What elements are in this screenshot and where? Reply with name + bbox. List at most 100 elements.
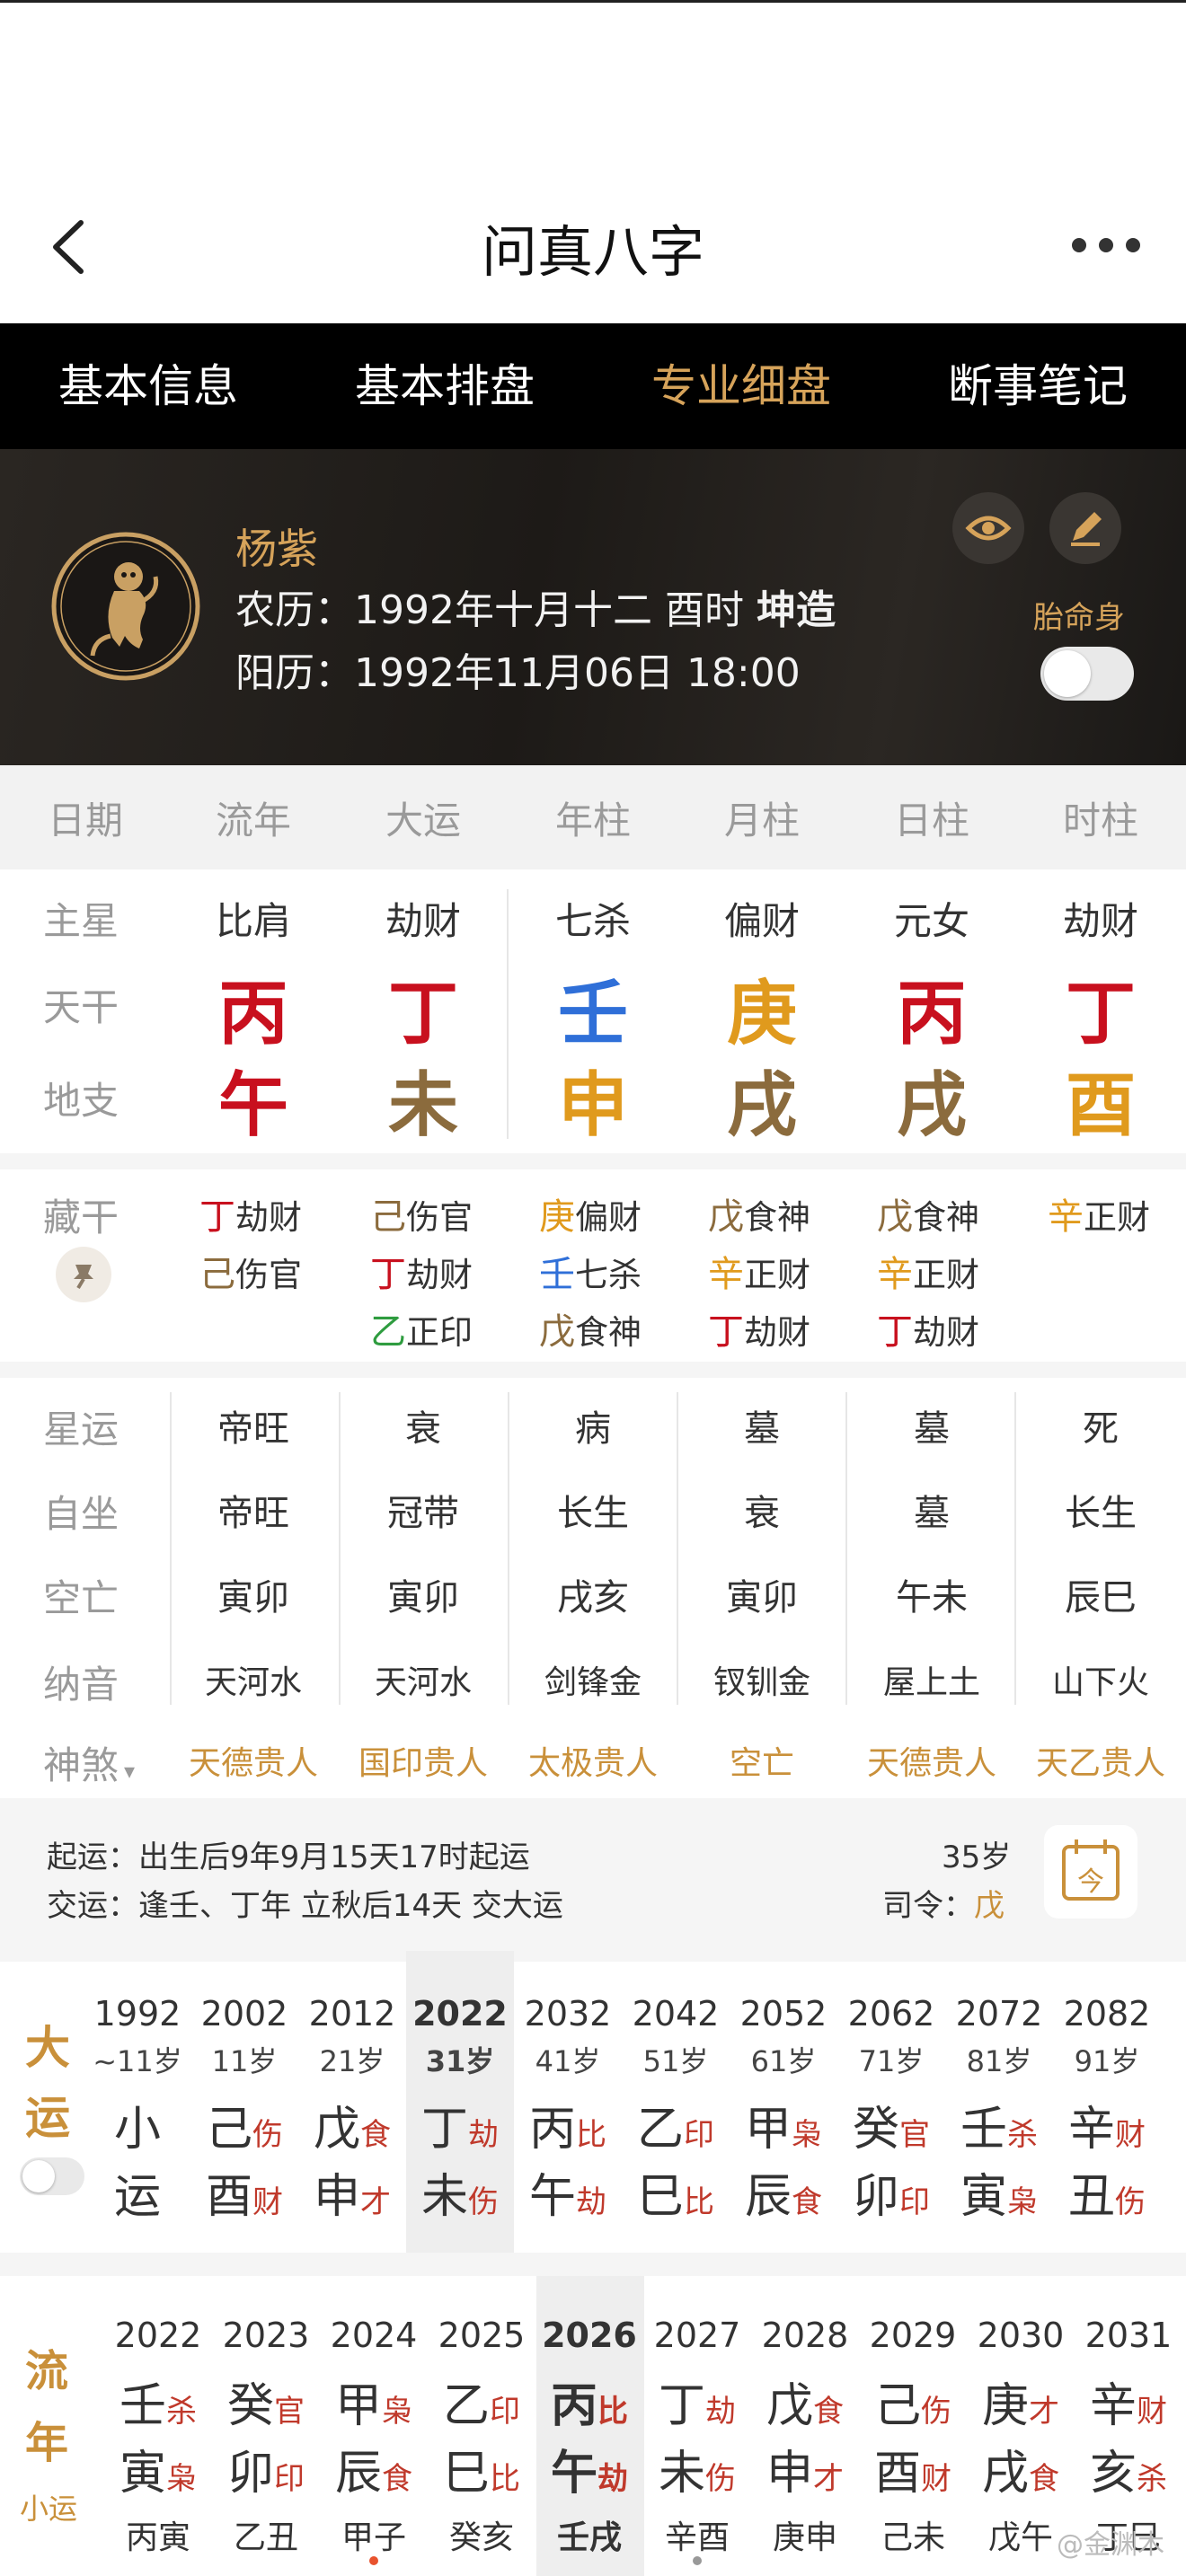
dayun-stem: 丁 [420,2103,468,2157]
liunian-title-bottom: 年 [25,2418,69,2468]
dayun-stem: 戊 [313,2103,360,2157]
section-separator [0,1951,1186,1962]
dayun-stem-ten-god: 伤 [252,2117,283,2153]
liunian-branch: 未 [658,2447,705,2501]
nayin-1: 天河水 [374,1664,472,1701]
tab-professional-chart[interactable]: 专业细盘 [593,323,890,449]
visibility-button[interactable] [952,492,1024,564]
hidden-stem-ten-god: 食神 [575,1313,642,1352]
col-head-month: 月柱 [723,798,800,842]
dayun-branch-line: 卯印 [837,2158,945,2226]
dayun-branch: 酉 [205,2170,252,2224]
liunian-year: 2022 [114,2316,202,2355]
hidden-stem-ten-god: 伤官 [406,1198,473,1237]
profile-name: 杨紫 [235,525,318,573]
void-3: 寅卯 [726,1577,798,1619]
taiming-toggle[interactable] [1040,647,1134,701]
dayun-age: 71岁 [858,2044,925,2078]
dayun-branch: 午 [528,2170,576,2224]
star-luck-5: 死 [1083,1408,1119,1450]
hidden-stem-char: 戊 [708,1196,744,1238]
liunian-column[interactable]: 2024 甲枭 辰食 甲子 [320,2316,428,2558]
dayun-branch-ten-god: 才 [360,2184,391,2220]
hidden-stem-char: 辛 [1048,1196,1084,1238]
liunian-branch: 卯 [226,2447,274,2501]
self-seat-2: 长生 [557,1493,629,1534]
hidden-stem-item: 丁劫财 [877,1302,1075,1354]
col-head-date: 日期 [47,798,123,842]
liunian-column[interactable]: 2022 壬杀 寅枭 丙寅 [104,2316,212,2558]
dayun-stem-line: 己伤 [190,2091,298,2158]
dayun-column[interactable]: 2022 31岁 丁劫 未伤 [406,1994,514,2226]
dayun-line2: 运 [113,2170,161,2224]
liunian-branch-ten-god: 食 [1029,2461,1059,2497]
eye-icon [965,516,1012,541]
dayun-column[interactable]: 2042 51岁 乙印 巳比 [622,1994,730,2226]
dayun-toggle[interactable] [20,2157,84,2195]
tab-basic-chart[interactable]: 基本排盘 [296,323,593,449]
dayun-column[interactable]: 2052 61岁 甲枭 辰食 [730,1994,837,2226]
liunian-year: 2029 [869,2316,957,2355]
main-star-0: 比肩 [215,899,291,943]
liunian-branch-line: 亥杀 [1075,2435,1182,2502]
liunian-branch-ten-god: 才 [813,2461,844,2497]
heavenly-stem-2: 壬 [557,974,628,1054]
hidden-stem-item: 丁劫财 [370,1245,568,1297]
dayun-column[interactable]: 2062 71岁 癸官 卯印 [837,1994,945,2226]
hidden-stem-item: 丁劫财 [708,1302,906,1354]
hidden-stem-ten-god: 劫财 [913,1313,979,1352]
liunian-stem-line: 乙印 [428,2368,535,2435]
dayun-year: 2052 [739,1994,828,2033]
col-head-liunian: 流年 [215,798,291,842]
main-star-3: 偏财 [723,899,800,943]
page-dot [693,2556,702,2565]
dayun-branch-line: 巳比 [622,2158,730,2226]
liunian-branch-ten-god: 枭 [166,2461,197,2497]
shensha-0: 天德贵人 [188,1745,318,1782]
liunian-stem: 辛 [1089,2379,1137,2433]
liunian-branch-line: 寅枭 [104,2435,212,2502]
dayun-year: 2042 [632,1994,720,2033]
liunian-column[interactable]: 2029 己伤 酉财 己未 [859,2316,967,2558]
tab-basic-info[interactable]: 基本信息 [0,323,296,449]
section-separator [0,1153,1186,1169]
liunian-column[interactable]: 2025 乙印 巳比 癸亥 [428,2316,535,2558]
hidden-stem-ten-god: 偏财 [575,1198,642,1237]
dayun-column[interactable]: 2032 41岁 丙比 午劫 [514,1994,622,2226]
dayun-column[interactable]: 2012 21岁 戊食 申才 [298,1994,406,2226]
row-label-main-star: 主星 [43,899,119,943]
hidden-stem-item: 庚偏财 [539,1187,737,1239]
hidden-stem-char: 戊 [877,1196,913,1238]
liunian-branch-line: 巳比 [428,2435,535,2502]
pin-icon [74,1265,93,1290]
today-calendar-button[interactable]: 今 [1044,1825,1137,1919]
shensha-4: 天德贵人 [866,1745,996,1782]
dayun-branch: 丑 [1067,2170,1115,2224]
earthly-branch-4: 戌 [896,1065,967,1146]
dayun-stem-ten-god: 比 [576,2117,606,2153]
liunian-column[interactable]: 2027 丁劫 未伤 辛酉 [643,2316,751,2558]
jiaoyun-text: 交运：逢壬、丁年 立秋后14天 交大运 [47,1888,563,1924]
liunian-column[interactable]: 2028 戊食 申才 庚申 [751,2316,859,2558]
dayun-small-luck[interactable]: 1992 ~11岁 小 运 [84,1994,191,2226]
more-icon[interactable] [1071,232,1141,259]
row-label-nayin: 纳音 [43,1663,119,1707]
tab-notes[interactable]: 断事笔记 [890,323,1186,449]
pin-button[interactable] [56,1247,111,1302]
liunian-column[interactable]: 2023 癸官 卯印 乙丑 [212,2316,320,2558]
dayun-column[interactable]: 2002 11岁 己伤 酉财 [190,1994,298,2226]
dayun-stem-ten-god: 印 [684,2117,714,2153]
self-seat-3: 衰 [744,1493,780,1534]
dayun-branch-line: 丑伤 [1053,2158,1161,2226]
dayun-column[interactable]: 2082 91岁 辛财 丑伤 [1053,1994,1161,2226]
xiaoyun-pillar: 甲子 [341,2519,406,2556]
liunian-column[interactable]: 2026 丙比 午劫 壬戌 [535,2316,643,2558]
liunian-stem-line: 癸官 [212,2368,320,2435]
edit-button[interactable] [1049,492,1121,564]
dayun-branch-ten-god: 伤 [468,2184,499,2220]
dayun-column[interactable]: 2072 81岁 壬杀 寅枭 [945,1994,1053,2226]
shensha-dropdown[interactable]: 神煞 ▾ [43,1735,135,1790]
liunian-stem: 庚 [981,2379,1029,2433]
col-head-dayun: 大运 [385,798,461,842]
liunian-stem-line: 己伤 [859,2368,967,2435]
